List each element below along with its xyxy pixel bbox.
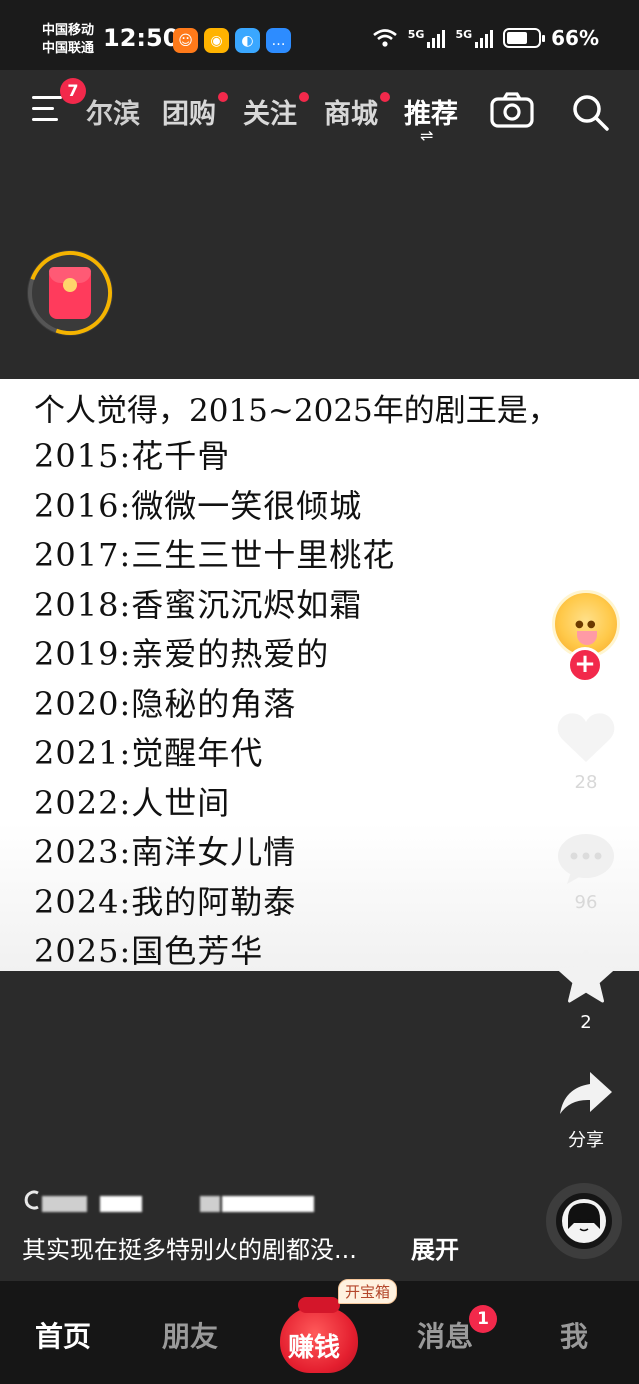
red-envelope-icon [49, 267, 91, 319]
like-count: 28 [574, 772, 598, 793]
list-item: 2023:南洋女儿情 [34, 833, 297, 871]
star-icon [558, 949, 614, 1003]
expand-button[interactable]: 展开 [411, 1230, 459, 1265]
heart-icon [557, 713, 615, 762]
list-item: 2024:我的阿勒泰 [34, 882, 297, 921]
carrier-2: 中国联通 [42, 41, 95, 56]
share-button[interactable]: 分享 [546, 1068, 626, 1152]
music-cover-avatar [562, 1199, 606, 1243]
menu-badge: 7 [60, 78, 86, 104]
list-item: 2018:香蜜沉沉烬如霜 [34, 585, 363, 624]
bottom-nav: 首页 朋友 赚钱 消息 我 [0, 1281, 639, 1384]
messages-badge: 1 [469, 1305, 497, 1333]
like-button[interactable]: 28 [546, 710, 626, 793]
list-item: 2020:隐秘的角落 [34, 684, 297, 723]
menu-button[interactable] [32, 96, 62, 124]
nav-me[interactable]: 我 [560, 1315, 588, 1355]
post-headline: 个人觉得，2015~2025年的剧王是， [34, 393, 559, 429]
share-label: 分享 [568, 1130, 604, 1151]
list-item: 2017:三生三世十里桃花 [34, 536, 396, 574]
earn-label: 赚钱 [288, 1333, 341, 1363]
comment-count: 96 [574, 892, 598, 913]
favorite-button[interactable]: 2 [546, 948, 626, 1033]
nav-messages[interactable]: 消息 [417, 1315, 473, 1355]
list-item: 2015:花千骨 [34, 437, 231, 475]
search-icon[interactable] [570, 92, 610, 132]
weibo-icon: ◉ [204, 28, 229, 53]
top-nav: 7 尔滨 团购 关注 商城 推荐 ⇌ [0, 70, 639, 150]
tab-dot [380, 92, 390, 102]
red-packet-widget[interactable] [27, 250, 113, 336]
tab-dot [299, 92, 309, 102]
list-item: 2019:亲爱的热爱的 [34, 635, 330, 673]
list-item: 2021:觉醒年代 [34, 734, 264, 772]
signal-icon-1: 5G [408, 28, 446, 48]
wifi-icon [372, 29, 397, 47]
camera-icon[interactable] [490, 92, 534, 128]
music-note-icon [24, 1190, 39, 1210]
open-treasure-tag[interactable]: 开宝箱 [338, 1279, 398, 1304]
favorite-count: 2 [580, 1012, 592, 1033]
clock: 12:50 [103, 24, 180, 52]
battery-percent: 66% [551, 26, 599, 50]
post-content-image: 个人觉得，2015~2025年的剧王是， 2015:花千骨 2016:微微一笑很… [0, 379, 639, 971]
swap-icon: ⇌ [420, 126, 434, 145]
list-item: 2016:微微一笑很倾城 [34, 486, 363, 525]
tab-mall[interactable]: 商城 [324, 92, 390, 131]
status-bar: 中国移动 中国联通 12:50 ☺ ◉ ◐ … 5G 5G 66% [0, 0, 639, 70]
comment-icon [558, 834, 614, 884]
share-icon [560, 1072, 612, 1114]
qq-browser-icon: ◐ [235, 28, 260, 53]
tab-dot [218, 92, 228, 102]
follow-button[interactable]: + [567, 647, 603, 683]
list-item: 2025:国色芳华 [34, 932, 264, 970]
battery-icon [503, 28, 546, 48]
nav-friends[interactable]: 朋友 [162, 1315, 218, 1355]
video-caption: 其实现在挺多特别火的剧都没... [22, 1236, 357, 1264]
tab-local[interactable]: 尔滨 [86, 92, 140, 131]
music-disc[interactable] [546, 1183, 622, 1259]
carrier-info: 中国移动 中国联通 [42, 22, 94, 58]
taobao-icon: ☺ [173, 28, 198, 53]
tab-following[interactable]: 关注 [243, 92, 309, 131]
system-icons: 5G 5G 66% [372, 26, 599, 50]
carrier-1: 中国移动 [42, 23, 95, 38]
comment-button[interactable]: 96 [546, 830, 626, 913]
drama-list: 2015:花千骨 2016:微微一笑很倾城 2017:三生三世十里桃花 2018… [34, 431, 395, 976]
notification-app-icons: ☺ ◉ ◐ … [173, 28, 291, 53]
message-icon: … [266, 28, 291, 53]
tab-group-buy[interactable]: 团购 [162, 92, 228, 131]
list-item: 2022:人世间 [34, 783, 231, 822]
signal-icon-2: 5G [455, 28, 494, 48]
nav-home[interactable]: 首页 [35, 1315, 91, 1355]
